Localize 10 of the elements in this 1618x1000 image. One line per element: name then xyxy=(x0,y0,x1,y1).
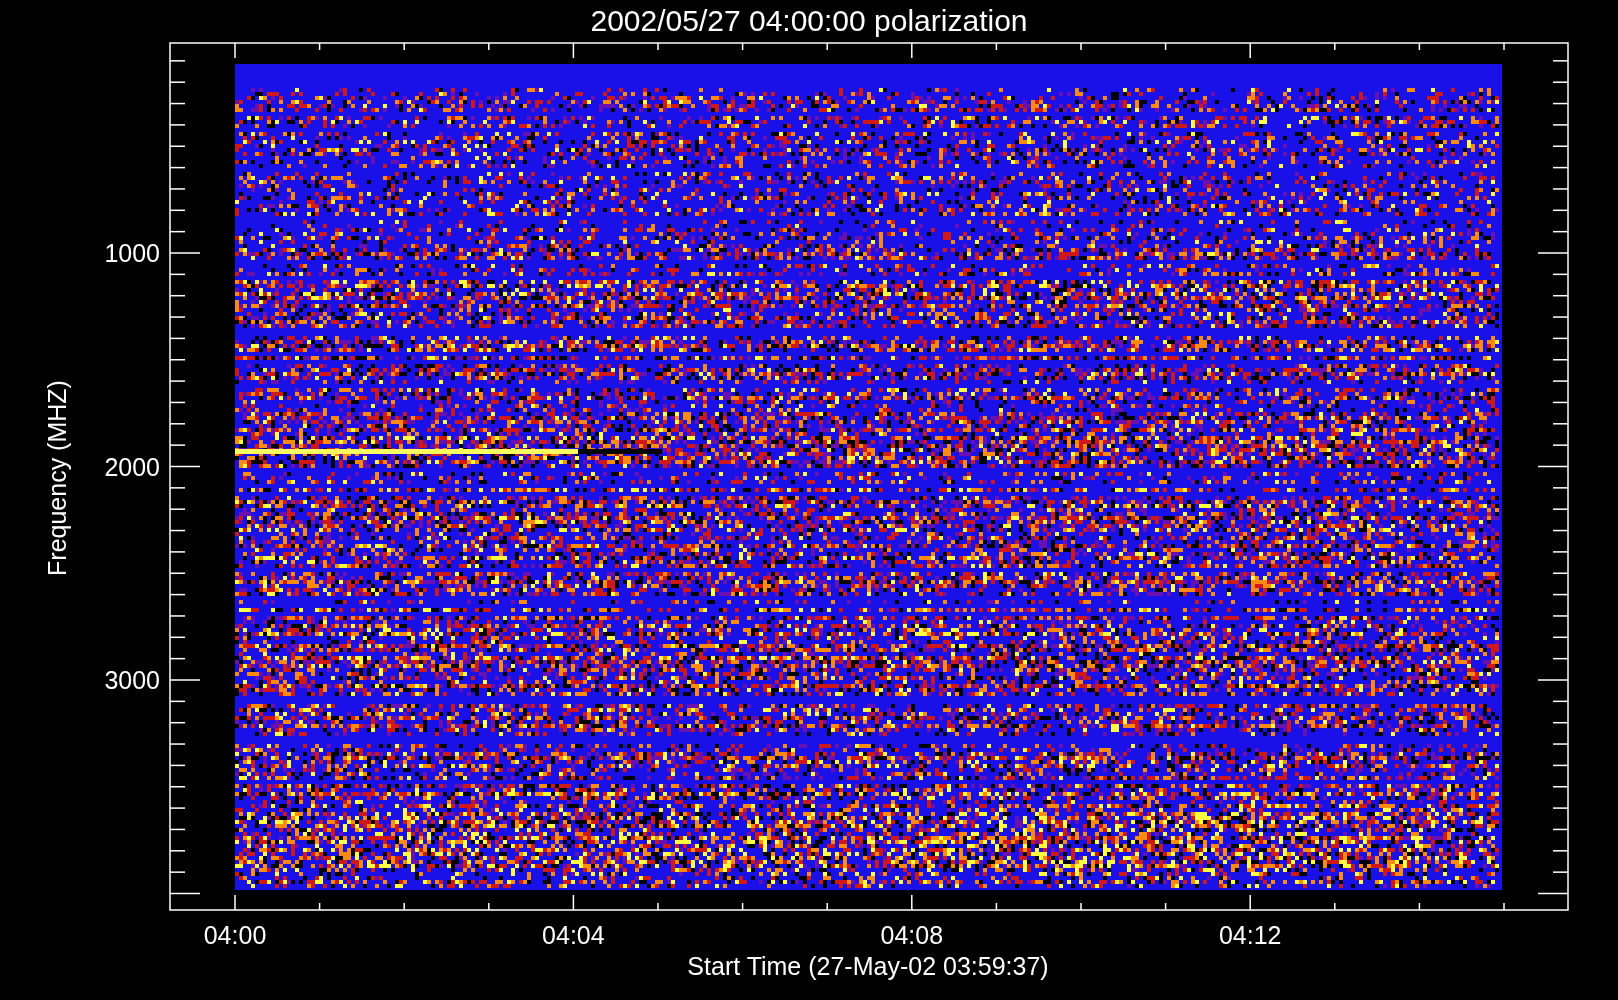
y-tick-label: 2000 xyxy=(104,452,160,481)
x-tick-label: 04:00 xyxy=(203,921,267,949)
plot-title: 2002/05/27 04:00:00 polarization xyxy=(590,4,1028,37)
x-tick-label: 04:08 xyxy=(880,921,944,949)
x-tick-label: 04:04 xyxy=(542,921,605,949)
y-tick-label: 3000 xyxy=(104,666,160,694)
y-axis-label: Frequency (MHZ) xyxy=(43,380,71,576)
x-tick-label: 04:12 xyxy=(1218,921,1282,949)
x-axis-label: Start Time (27-May-02 03:59:37) xyxy=(687,952,1049,980)
y-tick-label: 1000 xyxy=(104,239,160,267)
